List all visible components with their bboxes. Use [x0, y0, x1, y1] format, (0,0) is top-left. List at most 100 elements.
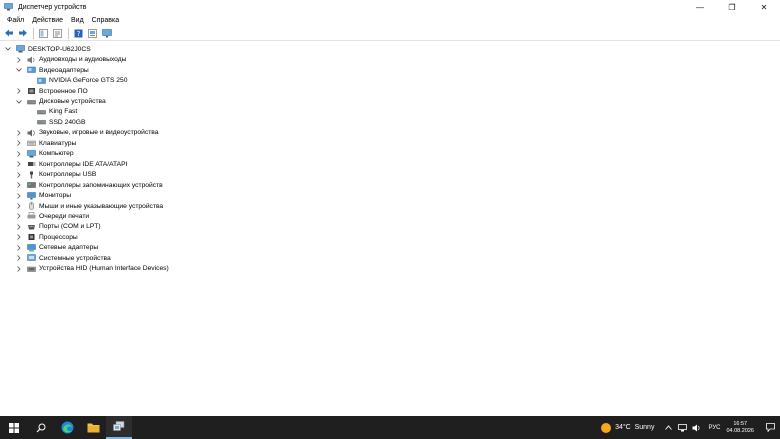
chevron-down-icon[interactable]	[4, 45, 12, 53]
tree-item-label: Видеоадаптеры	[39, 66, 89, 74]
close-button[interactable]: ✕	[748, 0, 780, 14]
chevron-right-icon[interactable]	[15, 87, 23, 95]
windows-start-icon[interactable]	[0, 416, 28, 439]
tree-device[interactable]: SSD 240GB	[25, 117, 85, 128]
tree-category[interactable]: Компьютер	[15, 149, 74, 160]
tree-category[interactable]: Очереди печати	[15, 211, 89, 222]
tree-category[interactable]: Системные устройства	[15, 253, 111, 264]
monitor-scan-icon[interactable]	[100, 27, 113, 40]
search-icon[interactable]	[28, 416, 54, 439]
chevron-right-icon[interactable]	[15, 212, 23, 220]
tree-device[interactable]: King Fast	[25, 107, 77, 118]
tree-item-label: Контроллеры USB	[39, 171, 97, 179]
network-adapter-icon	[27, 244, 36, 252]
language-indicator[interactable]: РУС	[708, 425, 720, 431]
clock-date: 04.08.2026	[726, 427, 754, 434]
chevron-right-icon[interactable]	[15, 244, 23, 252]
chevron-right-icon[interactable]	[15, 56, 23, 64]
chevron-down-icon[interactable]	[15, 98, 23, 106]
maximize-button[interactable]: ❐	[716, 0, 748, 14]
chevron-right-icon[interactable]	[15, 139, 23, 147]
tree-category[interactable]: Встроенное ПО	[15, 86, 88, 97]
tree-item-label: Порты (COM и LPT)	[39, 223, 101, 231]
device-manager-app-icon	[4, 3, 13, 11]
chevron-right-icon[interactable]	[15, 223, 23, 231]
tree-category[interactable]: Устройства HID (Human Interface Devices)	[15, 263, 169, 274]
chevron-down-icon[interactable]	[15, 66, 23, 74]
tree-item-label: Звуковые, игровые и видеоустройства	[39, 129, 159, 137]
menu-view[interactable]: Вид	[67, 17, 88, 24]
file-explorer-icon[interactable]	[80, 416, 106, 439]
tree-device[interactable]: NVIDIA GeForce GTS 250	[25, 75, 127, 86]
computer-icon	[27, 149, 36, 158]
tree-item-label: Системные устройства	[39, 254, 111, 262]
menu-file[interactable]: Файл	[3, 17, 28, 24]
minimize-button[interactable]: —	[684, 0, 716, 14]
computer-icon	[16, 45, 25, 53]
tree-category[interactable]: Мыши и иные указывающие устройства	[15, 201, 163, 212]
edge-browser-icon[interactable]	[54, 416, 80, 439]
tree-category[interactable]: Порты (COM и LPT)	[15, 222, 101, 233]
show-hide-tree-icon[interactable]	[37, 27, 50, 40]
disk-drive-icon	[27, 98, 36, 106]
tree-item-label: Мониторы	[39, 192, 72, 200]
tree-item-label: Контроллеры запоминающих устройств	[39, 181, 163, 189]
chevron-right-icon[interactable]	[15, 265, 23, 273]
disk-drive-icon	[37, 118, 46, 126]
clock[interactable]: 16:57 04.08.2026	[726, 421, 754, 435]
menu-help[interactable]: Справка	[88, 17, 123, 24]
tree-category[interactable]: Процессоры	[15, 232, 78, 243]
toolbar: ?	[0, 26, 780, 41]
tree-category[interactable]: Клавиатуры	[15, 138, 76, 149]
tree-category[interactable]: Контроллеры USB	[15, 169, 96, 180]
toolbar-separator	[33, 27, 34, 39]
taskbar: 34°C Sunny РУС 16:57 04.08.2026	[0, 416, 780, 439]
chevron-right-icon[interactable]	[15, 129, 23, 137]
back-arrow-icon[interactable]	[2, 27, 15, 40]
tree-category[interactable]: Контроллеры запоминающих устройств	[15, 180, 163, 191]
tree-category[interactable]: Мониторы	[15, 190, 71, 201]
sound-icon	[27, 129, 36, 137]
menu-action[interactable]: Действие	[28, 17, 67, 24]
tree-root[interactable]: DESKTOP-U62J0CS	[4, 44, 91, 55]
tree-category[interactable]: Сетевые адаптеры	[15, 243, 98, 254]
tree-category[interactable]: Видеоадаптеры	[15, 65, 89, 76]
chevron-right-icon[interactable]	[15, 181, 23, 189]
chevron-right-icon[interactable]	[15, 233, 23, 241]
help-icon[interactable]: ?	[72, 27, 85, 40]
storage-controller-icon	[27, 181, 36, 189]
usb-icon	[27, 171, 36, 179]
window-controls: — ❐ ✕	[684, 0, 780, 14]
port-icon	[27, 223, 36, 231]
tree-category[interactable]: Контроллеры IDE ATA/ATAPI	[15, 159, 127, 170]
tree-item-label: Мыши и иные указывающие устройства	[39, 202, 164, 210]
weather-widget[interactable]: 34°C Sunny	[601, 422, 655, 433]
update-driver-icon[interactable]	[86, 27, 99, 40]
tree-category[interactable]: Аудиовходы и аудиовыходы	[15, 54, 126, 65]
volume-icon[interactable]	[690, 422, 702, 434]
device-manager-taskbar-icon[interactable]	[106, 416, 132, 439]
properties-icon[interactable]	[51, 27, 64, 40]
tree-item-label: Клавиатуры	[39, 139, 77, 147]
forward-arrow-icon[interactable]	[16, 27, 29, 40]
network-icon[interactable]	[676, 422, 688, 434]
tree-category[interactable]: Звуковые, игровые и видеоустройства	[15, 128, 158, 139]
chevron-up-icon[interactable]	[662, 422, 674, 434]
tree-item-label: SSD 240GB	[49, 118, 86, 126]
system-device-icon	[27, 254, 36, 262]
svg-text:?: ?	[77, 30, 81, 38]
chevron-right-icon[interactable]	[15, 171, 23, 179]
weather-text: 34°C Sunny	[615, 424, 655, 431]
chevron-right-icon[interactable]	[15, 160, 23, 168]
chevron-right-icon[interactable]	[15, 254, 23, 262]
chevron-right-icon[interactable]	[15, 202, 23, 210]
mouse-icon	[27, 202, 36, 210]
chevron-right-icon[interactable]	[15, 150, 23, 158]
tree-root-label: DESKTOP-U62J0CS	[28, 45, 91, 53]
printer-icon	[27, 212, 36, 220]
notification-icon[interactable]	[764, 422, 776, 434]
tree-category[interactable]: Дисковые устройства	[15, 96, 106, 107]
chevron-right-icon[interactable]	[15, 192, 23, 200]
display-adapter-icon	[27, 66, 36, 74]
